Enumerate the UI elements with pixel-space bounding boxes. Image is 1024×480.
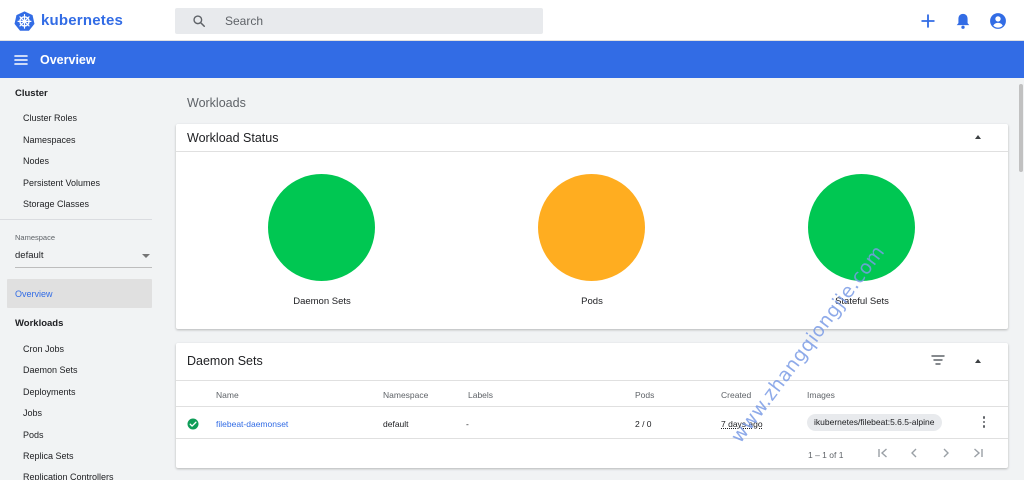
pods-status-circle[interactable]: [538, 174, 645, 281]
column-header-name[interactable]: Name: [216, 390, 239, 400]
kubernetes-logo[interactable]: kubernetes: [14, 10, 123, 31]
search-bar[interactable]: [175, 8, 543, 34]
sidebar-heading-cluster[interactable]: Cluster: [15, 88, 48, 99]
table-footer-divider: [176, 438, 1008, 439]
page-scrollbar[interactable]: [1019, 78, 1024, 480]
daemon-set-name-link[interactable]: filebeat-daemonset: [216, 419, 288, 429]
last-page-icon[interactable]: [971, 446, 985, 460]
namespace-select[interactable]: default: [15, 250, 152, 268]
sidebar-item-daemon-sets[interactable]: Daemon Sets: [23, 365, 78, 375]
add-icon[interactable]: [918, 11, 938, 31]
column-header-created[interactable]: Created: [721, 390, 751, 400]
scrollbar-thumb[interactable]: [1019, 84, 1023, 172]
sidebar-item-namespaces[interactable]: Namespaces: [23, 135, 76, 145]
more-actions-icon[interactable]: [982, 416, 986, 430]
daemon-set-image-chip: ikubernetes/filebeat:5.6.5-alpine: [807, 414, 942, 431]
pods-status-label: Pods: [581, 296, 603, 307]
card-divider: [176, 151, 1008, 152]
next-page-icon[interactable]: [939, 446, 953, 460]
sidebar-item-storage-classes[interactable]: Storage Classes: [23, 199, 89, 209]
page-title: Workloads: [187, 96, 246, 110]
account-circle-icon[interactable]: [988, 11, 1008, 31]
table-header-divider: [176, 406, 1008, 407]
page-header: Overview: [0, 41, 1024, 78]
card-divider: [176, 380, 1008, 381]
sidebar-item-overview[interactable]: Overview: [7, 279, 152, 308]
sidebar-heading-workloads[interactable]: Workloads: [15, 318, 63, 329]
sidebar-item-cron-jobs[interactable]: Cron Jobs: [23, 344, 64, 354]
top-actions: [918, 11, 1008, 31]
filter-list-icon[interactable]: [931, 354, 945, 366]
search-input[interactable]: [225, 14, 505, 28]
column-header-labels: Labels: [468, 390, 494, 400]
sidebar-item-jobs[interactable]: Jobs: [23, 408, 42, 418]
column-header-namespace[interactable]: Namespace: [383, 390, 428, 400]
kubernetes-helm-icon: [14, 11, 35, 31]
dropdown-arrow-icon: [142, 254, 150, 258]
daemon-set-labels: -: [466, 419, 469, 429]
sidebar-item-replication-controllers[interactable]: Replication Controllers: [23, 472, 114, 480]
stateful-sets-status-label: Stateful Sets: [835, 296, 889, 307]
first-page-icon[interactable]: [876, 446, 890, 460]
column-header-images: Images: [807, 390, 835, 400]
sidebar: Cluster Cluster Roles Namespaces Nodes P…: [0, 78, 160, 480]
menu-icon[interactable]: [13, 52, 29, 68]
collapse-icon[interactable]: [975, 135, 981, 139]
top-bar: kubernetes: [0, 0, 1024, 41]
namespace-selected-value: default: [15, 250, 44, 261]
daemon-sets-status-circle[interactable]: [268, 174, 375, 281]
sidebar-item-replica-sets[interactable]: Replica Sets: [23, 451, 74, 461]
sidebar-item-persistent-volumes[interactable]: Persistent Volumes: [23, 178, 100, 188]
search-icon: [193, 15, 206, 28]
sidebar-divider: [0, 219, 152, 220]
sidebar-item-nodes[interactable]: Nodes: [23, 156, 49, 166]
collapse-icon[interactable]: [975, 359, 981, 363]
namespace-label: Namespace: [15, 233, 56, 242]
workload-status-card: Workload Status Daemon Sets Pods Statefu…: [176, 124, 1008, 329]
daemon-sets-title: Daemon Sets: [187, 354, 263, 368]
daemon-sets-card: Daemon Sets Name Namespace Labels Pods C…: [176, 343, 1008, 468]
daemon-set-pods: 2 / 0: [635, 419, 652, 429]
page-header-title: Overview: [40, 52, 96, 67]
check-circle-icon: [187, 418, 199, 430]
sidebar-item-overview-label: Overview: [15, 289, 53, 299]
column-header-pods: Pods: [635, 390, 655, 400]
previous-page-icon[interactable]: [907, 446, 921, 460]
sidebar-item-deployments[interactable]: Deployments: [23, 387, 76, 397]
sidebar-item-cluster-roles[interactable]: Cluster Roles: [23, 113, 77, 123]
pagination-range: 1 – 1 of 1: [808, 450, 844, 460]
notifications-bell-icon[interactable]: [953, 11, 973, 31]
daemon-sets-status-label: Daemon Sets: [293, 296, 351, 307]
app-name: kubernetes: [41, 12, 124, 29]
daemon-set-namespace: default: [383, 419, 409, 429]
sidebar-item-pods[interactable]: Pods: [23, 430, 44, 440]
workload-status-title: Workload Status: [187, 131, 279, 145]
